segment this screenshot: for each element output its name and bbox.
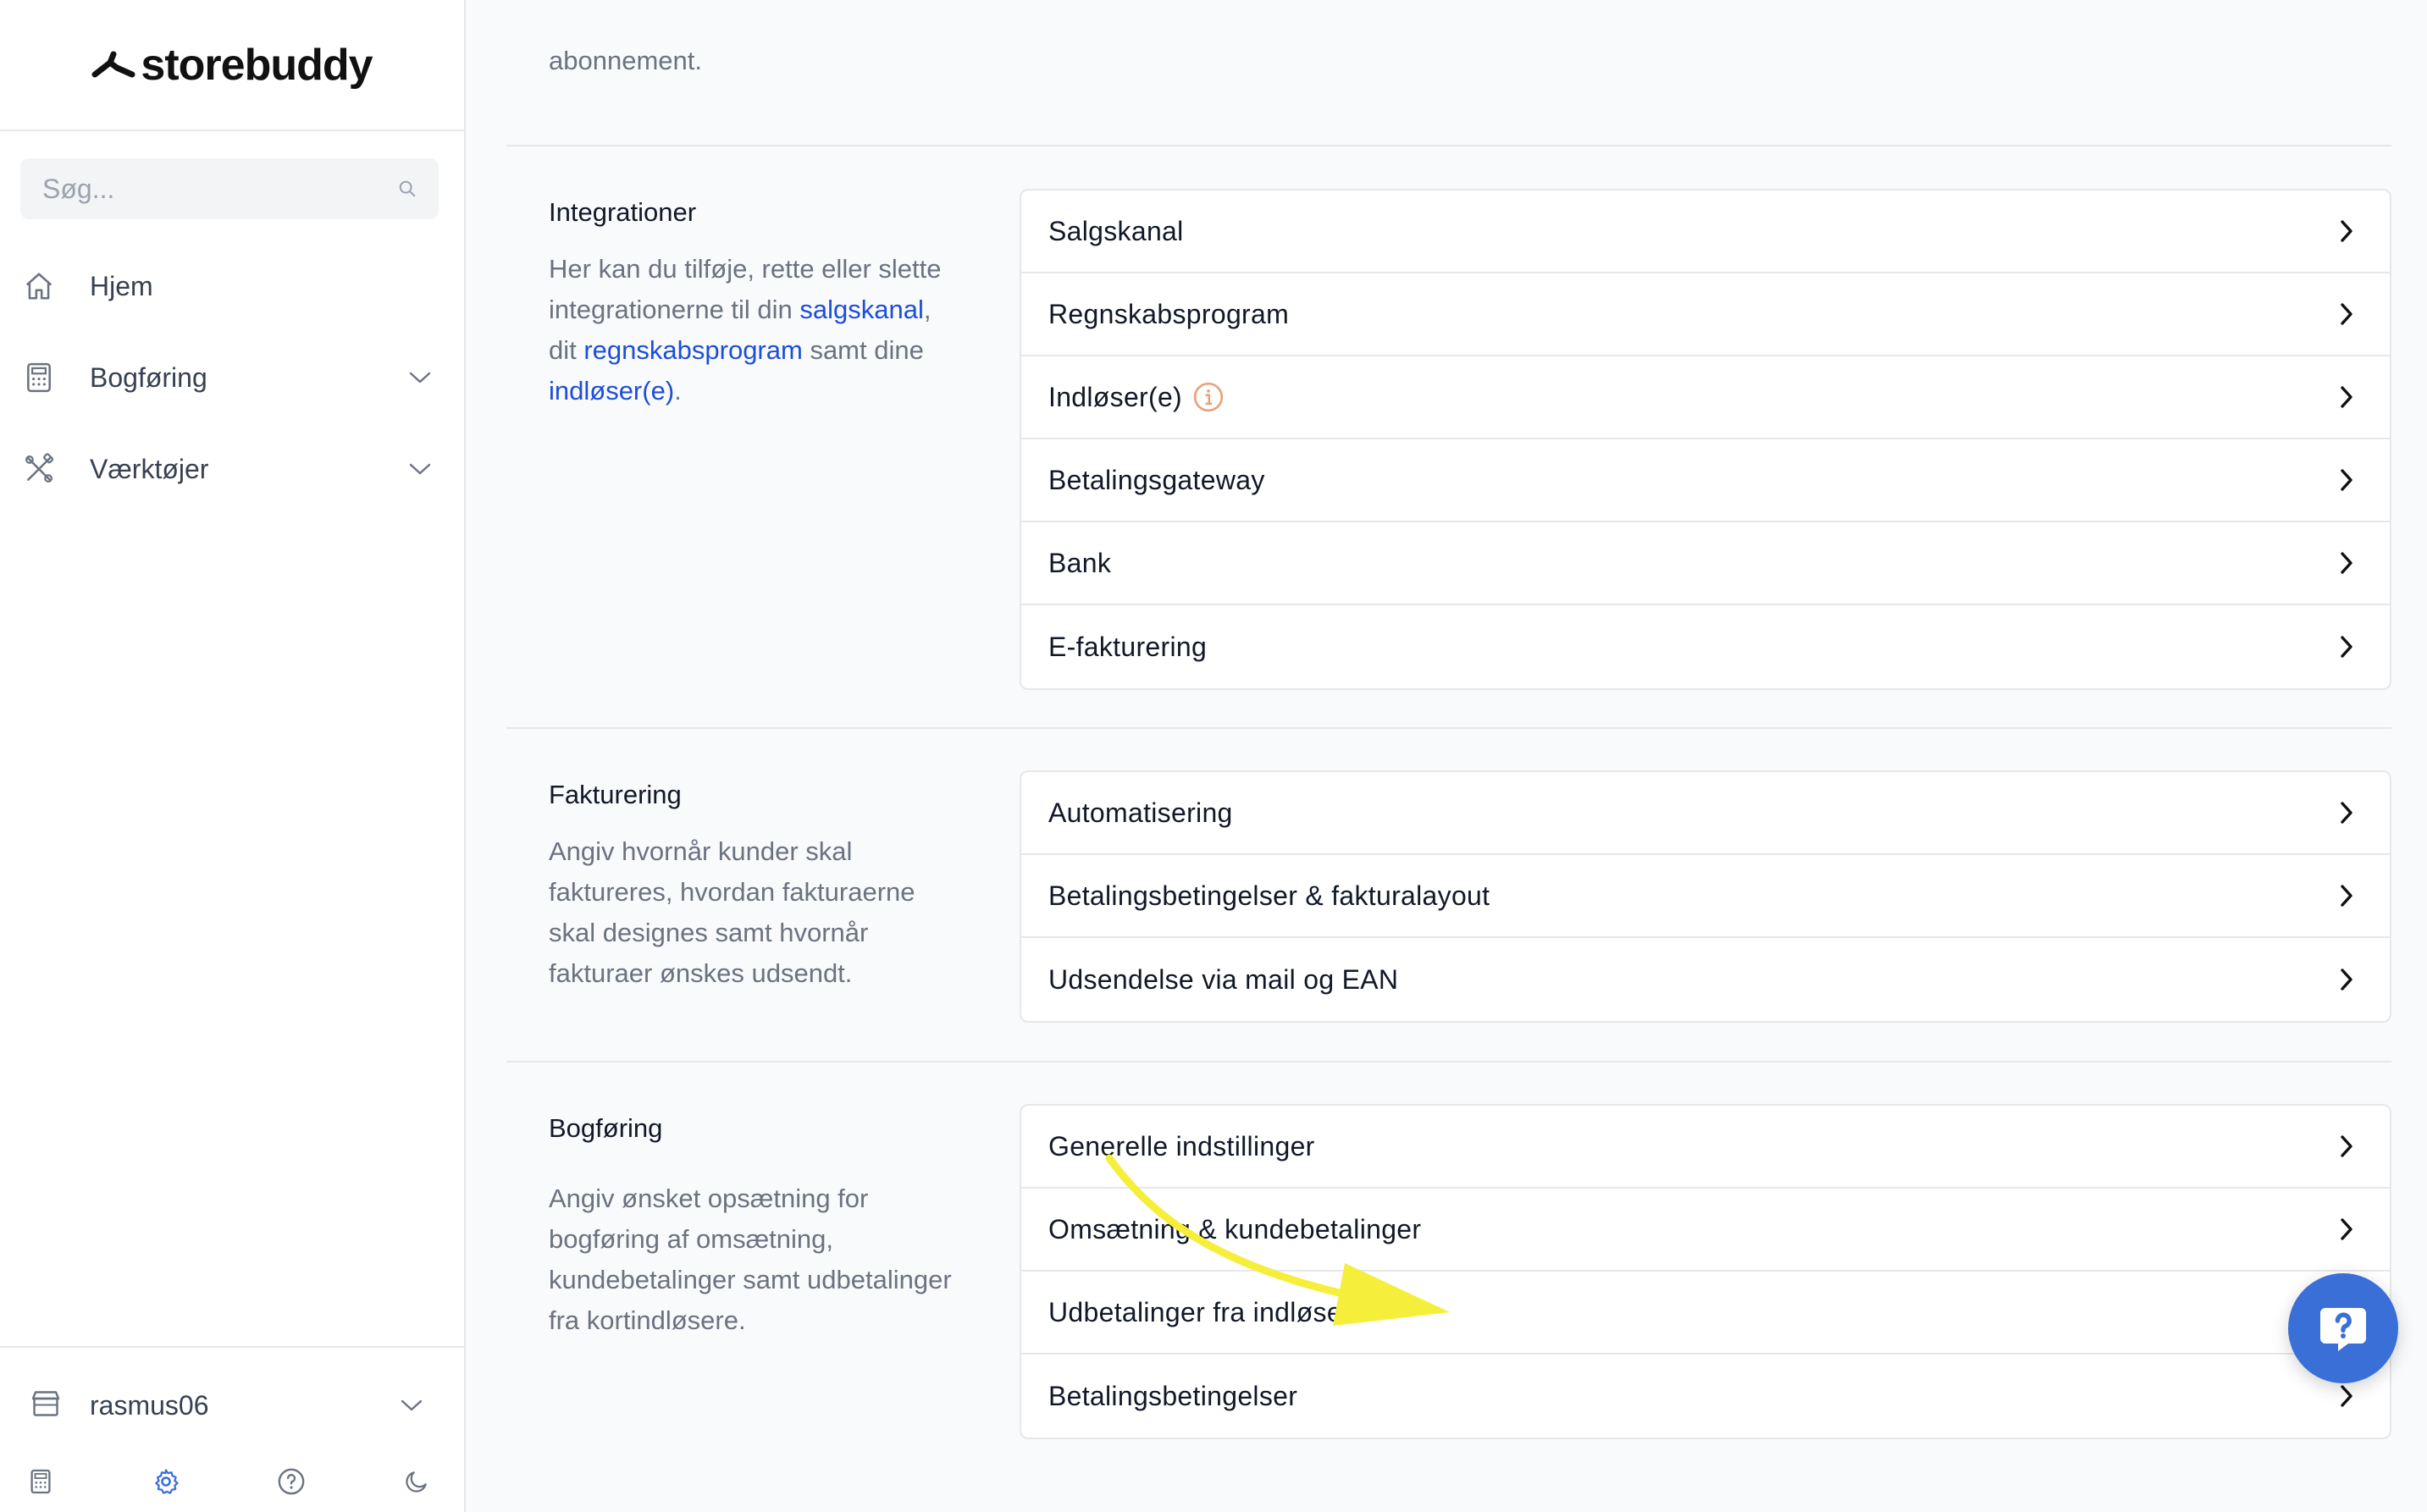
calculator-icon (22, 361, 56, 395)
tools-icon (22, 452, 56, 486)
row-label: Indløser(e) (1048, 381, 1183, 412)
chevron-right-icon (2332, 881, 2361, 910)
chevron-right-icon (2332, 632, 2361, 661)
account-switcher[interactable]: rasmus06 (0, 1371, 466, 1439)
section-desc-fakturering: Angiv hvornår kunder skal faktureres, hv… (549, 836, 915, 988)
section-desc-bogforing: Angiv ønsket opsætning for bogføring af … (549, 1184, 952, 1335)
list-item-salgskanal[interactable]: Salgskanal (1021, 190, 2390, 273)
integrationer-card: Salgskanal Regnskabsprogram Indløser(e) … (1020, 189, 2391, 690)
chevron-down-icon[interactable] (396, 1390, 427, 1421)
row-label: E-fakturering (1048, 631, 1208, 662)
chevron-right-icon (2332, 798, 2361, 827)
search-icon (399, 180, 416, 197)
chevron-right-icon (2332, 1215, 2361, 1244)
section-divider (506, 145, 2391, 146)
section-divider (506, 1061, 2391, 1062)
chevron-right-icon (2332, 1132, 2361, 1161)
settings-main: abonnement. Integrationer Her kan du til… (467, 0, 2427, 1512)
list-item-udsendelse[interactable]: Udsendelse via mail og EAN (1021, 938, 2390, 1021)
row-label: Udsendelse via mail og EAN (1048, 963, 1399, 995)
search-input[interactable]: Søg... (20, 158, 439, 219)
link-regnskabsprogram[interactable]: regnskabsprogram (583, 335, 802, 365)
section-desc-integrationer: Her kan du tilføje, rette eller slette i… (549, 249, 955, 411)
row-label-wrap: Indløser(e) (1048, 381, 2332, 413)
list-item-automatisering[interactable]: Automatisering (1021, 772, 2390, 855)
list-item-betalingsbetingelser[interactable]: Betalingsbetingelser (1021, 1355, 2390, 1438)
brand-name: storebuddy (141, 40, 373, 90)
link-salgskanal[interactable]: salgskanal (799, 295, 923, 324)
chat-support-button[interactable] (2288, 1273, 2398, 1383)
store-icon (30, 1389, 61, 1422)
row-label: Automatisering (1048, 797, 1233, 828)
chevron-down-icon[interactable] (405, 454, 435, 484)
fakturering-card: Automatisering Betalingsbetingelser & fa… (1020, 770, 2391, 1023)
sidebar-item-bogforing[interactable]: Bogføring (0, 344, 466, 411)
list-item-bank[interactable]: Bank (1021, 522, 2390, 605)
chevron-right-icon (2332, 300, 2361, 328)
storebuddy-logo[interactable]: storebuddy (91, 40, 373, 91)
sidebar-item-hjem[interactable]: Hjem (0, 252, 466, 320)
chevron-right-icon (2332, 383, 2361, 411)
footer-toolbar (0, 1448, 466, 1512)
home-icon (22, 269, 56, 303)
sidebar-item-vaerktojer[interactable]: Værktøjer (0, 435, 466, 503)
desc-text: samt dine (802, 335, 924, 365)
truncated-section-text: abonnement. (549, 46, 702, 75)
sidebar-item-label: Bogføring (90, 361, 207, 393)
sidebar: storebuddy Søg... Hjem Bogføring Værktøj… (0, 0, 466, 1512)
chevron-down-icon[interactable] (405, 362, 435, 393)
help-icon[interactable] (274, 1465, 308, 1498)
list-item-betalingsgateway[interactable]: Betalingsgateway (1021, 439, 2390, 522)
list-item-regnskabsprogram[interactable]: Regnskabsprogram (1021, 273, 2390, 356)
section-title-bogforing: Bogføring (549, 1113, 663, 1143)
row-label: Salgskanal (1048, 215, 1184, 246)
account-name: rasmus06 (90, 1389, 209, 1421)
chevron-right-icon (2332, 466, 2361, 494)
logo-mark-icon (91, 51, 135, 77)
chevron-right-icon (2332, 549, 2361, 577)
logo-area: storebuddy (0, 0, 464, 131)
chat-icon (2320, 1308, 2366, 1351)
calculator-icon[interactable] (24, 1465, 58, 1498)
gear-icon[interactable] (149, 1465, 183, 1498)
row-label: Betalingsgateway (1048, 464, 1265, 495)
moon-icon[interactable] (400, 1465, 434, 1498)
sidebar-item-label: Hjem (90, 270, 153, 301)
info-icon[interactable] (1192, 381, 1225, 413)
section-title-integrationer: Integrationer (549, 197, 697, 227)
link-indloser[interactable]: indløser(e) (549, 376, 674, 406)
chevron-right-icon (2332, 965, 2361, 994)
row-label: Betalingsbetingelser (1048, 1380, 1298, 1411)
sidebar-item-label: Værktøjer (90, 453, 209, 484)
search-placeholder: Søg... (42, 173, 115, 204)
row-label: Bank (1048, 547, 1112, 578)
row-label: Regnskabsprogram (1048, 298, 1290, 329)
section-divider (506, 727, 2391, 729)
chevron-right-icon (2332, 1382, 2361, 1410)
list-item-indloser[interactable]: Indløser(e) (1021, 356, 2390, 439)
row-label: Betalingsbetingelser & fakturalayout (1048, 880, 1490, 911)
sidebar-footer: rasmus06 (0, 1346, 466, 1512)
section-title-fakturering: Fakturering (549, 780, 682, 809)
list-item-e-fakturering[interactable]: E-fakturering (1021, 605, 2390, 688)
chevron-right-icon (2332, 217, 2361, 246)
desc-text: . (674, 376, 682, 406)
list-item-betalingsbetingelser-fakturalayout[interactable]: Betalingsbetingelser & fakturalayout (1021, 855, 2390, 938)
annotation-arrow (1105, 1154, 1450, 1326)
